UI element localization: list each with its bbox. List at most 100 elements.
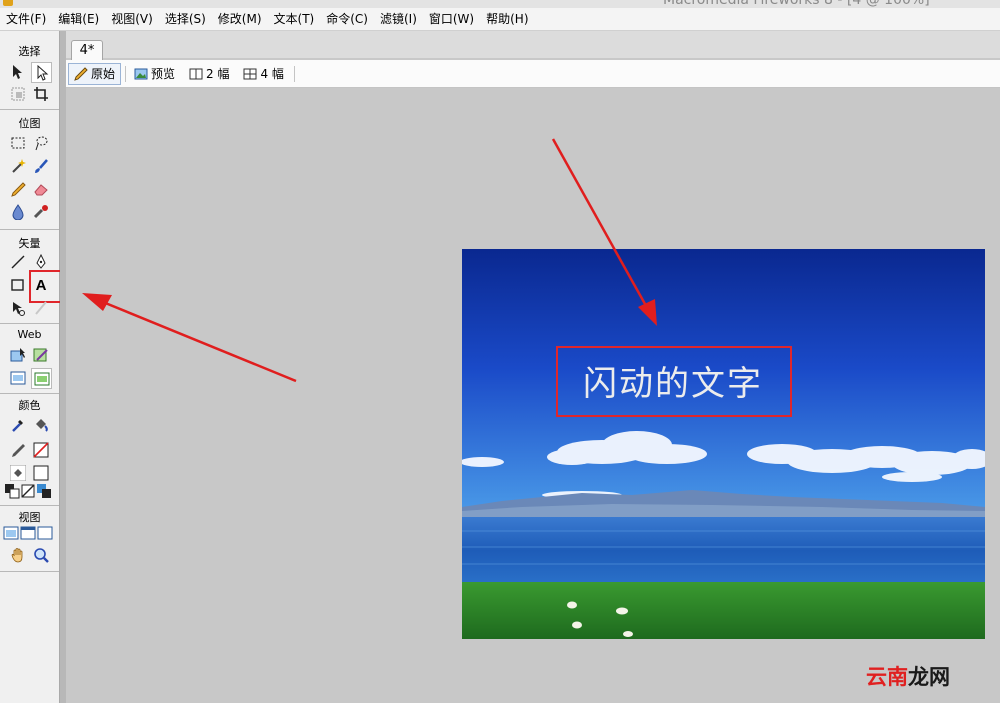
marquee-icon bbox=[11, 137, 25, 149]
subselection-tool[interactable] bbox=[31, 62, 52, 83]
landscape-image[interactable] bbox=[462, 249, 985, 639]
paint-bucket-tool[interactable] bbox=[31, 415, 51, 435]
blur-tool[interactable] bbox=[8, 202, 28, 222]
show-slices-icon bbox=[34, 372, 49, 385]
view-mode-bar: 原始 预览 2 幅 4 幅 bbox=[66, 60, 1000, 88]
zoom-magnifier-icon bbox=[34, 548, 49, 563]
view-4up-label: 4 幅 bbox=[260, 67, 284, 81]
view-preview-button[interactable]: 预览 bbox=[128, 63, 181, 85]
menu-select[interactable]: 选择(S) bbox=[159, 8, 212, 30]
no-color-icon bbox=[21, 484, 35, 498]
tools-panel: 选择 位图 矢量 A Web 颜色 视图 bbox=[0, 31, 73, 703]
eyedropper-icon bbox=[12, 420, 23, 432]
default-colors-icon bbox=[5, 484, 20, 499]
section-view-label: 视图 bbox=[18, 511, 41, 524]
rubber-stamp-tool[interactable] bbox=[31, 202, 51, 222]
pen-icon bbox=[36, 254, 46, 269]
document-tab[interactable]: 4* bbox=[71, 40, 103, 61]
menu-edit[interactable]: 编辑(E) bbox=[52, 8, 105, 30]
section-bitmap-label: 位图 bbox=[18, 117, 41, 130]
section-select-label: 选择 bbox=[18, 45, 41, 58]
pencil-tool[interactable] bbox=[8, 179, 28, 199]
rectangle-tool[interactable] bbox=[8, 275, 28, 295]
crop-icon bbox=[34, 87, 48, 101]
section-colors-label: 颜色 bbox=[18, 399, 41, 412]
pencil-icon bbox=[11, 182, 26, 197]
view-original-label: 原始 bbox=[91, 67, 116, 81]
menu-view[interactable]: 视图(V) bbox=[105, 8, 159, 30]
separator bbox=[125, 65, 127, 82]
stroke-pencil-icon bbox=[12, 444, 25, 457]
view-2up-label: 2 幅 bbox=[206, 67, 230, 81]
view-2up-button[interactable]: 2 幅 bbox=[183, 63, 235, 85]
fill-bucket-icon bbox=[10, 465, 26, 481]
standard-screen-mode[interactable] bbox=[3, 525, 19, 541]
zoom-tool[interactable] bbox=[31, 545, 51, 565]
brush-icon bbox=[35, 159, 48, 173]
hide-slices-tool[interactable] bbox=[8, 368, 28, 388]
show-slices-tool[interactable] bbox=[31, 368, 52, 389]
pointer-tool[interactable] bbox=[8, 62, 28, 82]
marquee-tool[interactable] bbox=[8, 133, 28, 153]
view-original-button[interactable]: 原始 bbox=[68, 62, 122, 85]
crop-tool[interactable] bbox=[31, 84, 51, 104]
brush-tool[interactable] bbox=[31, 156, 51, 176]
scale-tool[interactable] bbox=[8, 84, 28, 104]
fullscreen-menu-icon bbox=[20, 526, 36, 540]
menu-bar: 文件(F) 编辑(E) 视图(V) 选择(S) 修改(M) 文本(T) 命令(C… bbox=[0, 8, 1000, 31]
menu-window[interactable]: 窗口(W) bbox=[423, 8, 480, 30]
standard-screen-icon bbox=[3, 526, 19, 540]
menu-text[interactable]: 文本(T) bbox=[268, 8, 321, 30]
subselect-icon bbox=[37, 64, 48, 81]
two-up-icon bbox=[189, 68, 203, 79]
preview-picture-icon bbox=[134, 68, 148, 79]
lasso-tool[interactable] bbox=[31, 133, 51, 153]
no-stroke-swatch-icon bbox=[33, 442, 49, 458]
section-web-label: Web bbox=[17, 328, 42, 341]
menu-filters[interactable]: 滤镜(I) bbox=[374, 8, 423, 30]
hand-icon bbox=[11, 548, 23, 563]
fullscreen-mode[interactable] bbox=[37, 525, 53, 541]
line-tool[interactable] bbox=[8, 252, 28, 272]
eraser-tool[interactable] bbox=[31, 179, 51, 199]
section-vector-label: 矢量 bbox=[18, 237, 41, 250]
fullscreen-menu-mode[interactable] bbox=[20, 525, 36, 541]
pencil-icon bbox=[74, 66, 88, 81]
separator bbox=[293, 65, 295, 82]
scale-icon bbox=[11, 87, 25, 101]
fill-color[interactable] bbox=[8, 463, 28, 483]
slice-icon bbox=[33, 348, 48, 362]
hotspot-tool[interactable] bbox=[8, 345, 28, 365]
knife-tool[interactable] bbox=[31, 298, 51, 318]
freeform-tool[interactable] bbox=[8, 298, 28, 318]
fill-swatch[interactable] bbox=[31, 463, 51, 483]
view-4up-button[interactable]: 4 幅 bbox=[237, 63, 289, 85]
swap-colors-button[interactable] bbox=[36, 483, 52, 499]
fullscreen-icon bbox=[37, 526, 53, 540]
landscape-picture bbox=[462, 249, 985, 639]
knife-icon bbox=[35, 301, 47, 315]
menu-file[interactable]: 文件(F) bbox=[0, 8, 52, 30]
pen-tool[interactable] bbox=[31, 252, 51, 272]
default-colors-button[interactable] bbox=[4, 483, 20, 499]
menu-modify[interactable]: 修改(M) bbox=[212, 8, 268, 30]
lasso-icon bbox=[35, 136, 48, 151]
slice-tool[interactable] bbox=[31, 345, 51, 365]
menu-commands[interactable]: 命令(C) bbox=[320, 8, 374, 30]
app-icon bbox=[3, 0, 13, 6]
pointer-icon bbox=[13, 65, 22, 79]
hotspot-icon bbox=[10, 348, 25, 362]
no-color-button[interactable] bbox=[20, 483, 36, 499]
eraser-icon bbox=[34, 184, 48, 196]
menu-help[interactable]: 帮助(H) bbox=[480, 8, 534, 30]
watermark-part1: 云南 bbox=[866, 665, 908, 689]
freeform-icon bbox=[13, 302, 25, 316]
stroke-color[interactable] bbox=[8, 440, 28, 460]
eyedropper-tool[interactable] bbox=[8, 415, 28, 435]
stroke-swatch[interactable] bbox=[31, 440, 51, 460]
title-bar: Macromedia Fireworks 8 - [4 @ 100%] bbox=[0, 0, 1000, 8]
magic-wand-tool[interactable] bbox=[8, 156, 28, 176]
hand-tool[interactable] bbox=[8, 545, 28, 565]
line-icon bbox=[11, 255, 25, 269]
blur-drop-icon bbox=[12, 204, 24, 220]
